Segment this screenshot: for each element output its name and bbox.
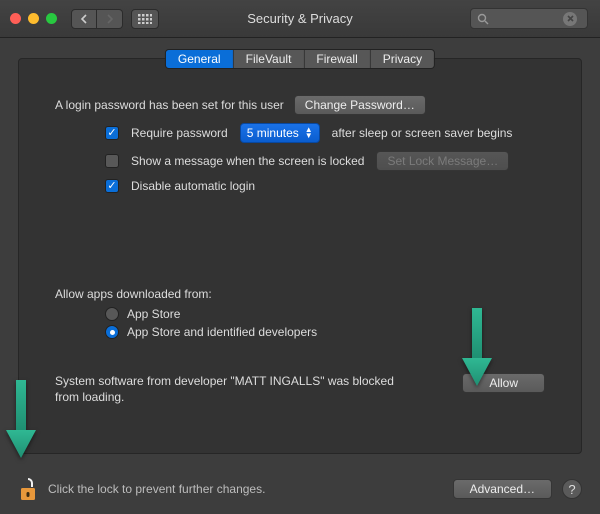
check-icon: ✓ — [107, 128, 116, 139]
back-button[interactable] — [71, 9, 97, 29]
login-password-set-label: A login password has been set for this u… — [55, 98, 284, 112]
annotation-arrow-lock — [4, 380, 38, 460]
lock-button[interactable] — [18, 477, 38, 501]
radio-app-store-label: App Store — [127, 307, 180, 321]
change-password-button[interactable]: Change Password… — [294, 95, 426, 115]
updown-icon: ▲▼ — [305, 127, 313, 139]
search-field[interactable] — [470, 8, 588, 29]
blocked-software-message: System software from developer "MATT ING… — [55, 373, 395, 405]
chevron-right-icon — [106, 14, 114, 24]
grid-icon — [138, 14, 152, 24]
close-window-button[interactable] — [10, 13, 21, 24]
allow-apps-section-label: Allow apps downloaded from: — [55, 287, 212, 301]
radio-identified-developers-label: App Store and identified developers — [127, 325, 317, 339]
lock-open-icon — [18, 477, 38, 501]
lock-hint-label: Click the lock to prevent further change… — [48, 482, 265, 496]
show-all-button[interactable] — [131, 9, 159, 29]
tab-general[interactable]: General — [166, 50, 234, 68]
disable-auto-login-label: Disable automatic login — [131, 179, 255, 193]
x-icon — [567, 15, 574, 22]
require-password-delay-value: 5 minutes — [247, 126, 299, 140]
annotation-arrow-allow — [460, 308, 494, 388]
disable-auto-login-checkbox[interactable]: ✓ — [105, 179, 119, 193]
tab-bar: General FileVault Firewall Privacy — [165, 49, 435, 69]
search-icon — [477, 13, 489, 25]
chevron-left-icon — [80, 14, 88, 24]
set-lock-message-button[interactable]: Set Lock Message… — [376, 151, 509, 171]
require-password-delay-select[interactable]: 5 minutes ▲▼ — [240, 123, 320, 143]
window-title: Security & Privacy — [247, 11, 352, 26]
clear-search-button[interactable] — [563, 12, 577, 26]
tab-firewall[interactable]: Firewall — [304, 50, 370, 68]
require-password-checkbox[interactable]: ✓ — [105, 126, 119, 140]
radio-app-store[interactable] — [105, 307, 119, 321]
zoom-window-button[interactable] — [46, 13, 57, 24]
radio-identified-developers[interactable] — [105, 325, 119, 339]
require-password-label: Require password — [131, 126, 228, 140]
tab-filevault[interactable]: FileVault — [234, 50, 305, 68]
help-icon: ? — [568, 482, 575, 497]
window-controls — [10, 13, 57, 24]
require-password-after-label: after sleep or screen saver begins — [332, 126, 513, 140]
help-button[interactable]: ? — [562, 479, 582, 499]
show-message-checkbox[interactable] — [105, 154, 119, 168]
show-message-label: Show a message when the screen is locked — [131, 154, 364, 168]
minimize-window-button[interactable] — [28, 13, 39, 24]
titlebar: Security & Privacy — [0, 0, 600, 38]
search-input[interactable] — [493, 12, 563, 26]
advanced-button[interactable]: Advanced… — [453, 479, 552, 499]
check-icon: ✓ — [107, 181, 116, 192]
forward-button[interactable] — [97, 9, 123, 29]
tab-privacy[interactable]: Privacy — [371, 50, 434, 68]
footer: Click the lock to prevent further change… — [0, 464, 600, 514]
preferences-panel: General FileVault Firewall Privacy A log… — [18, 58, 582, 454]
